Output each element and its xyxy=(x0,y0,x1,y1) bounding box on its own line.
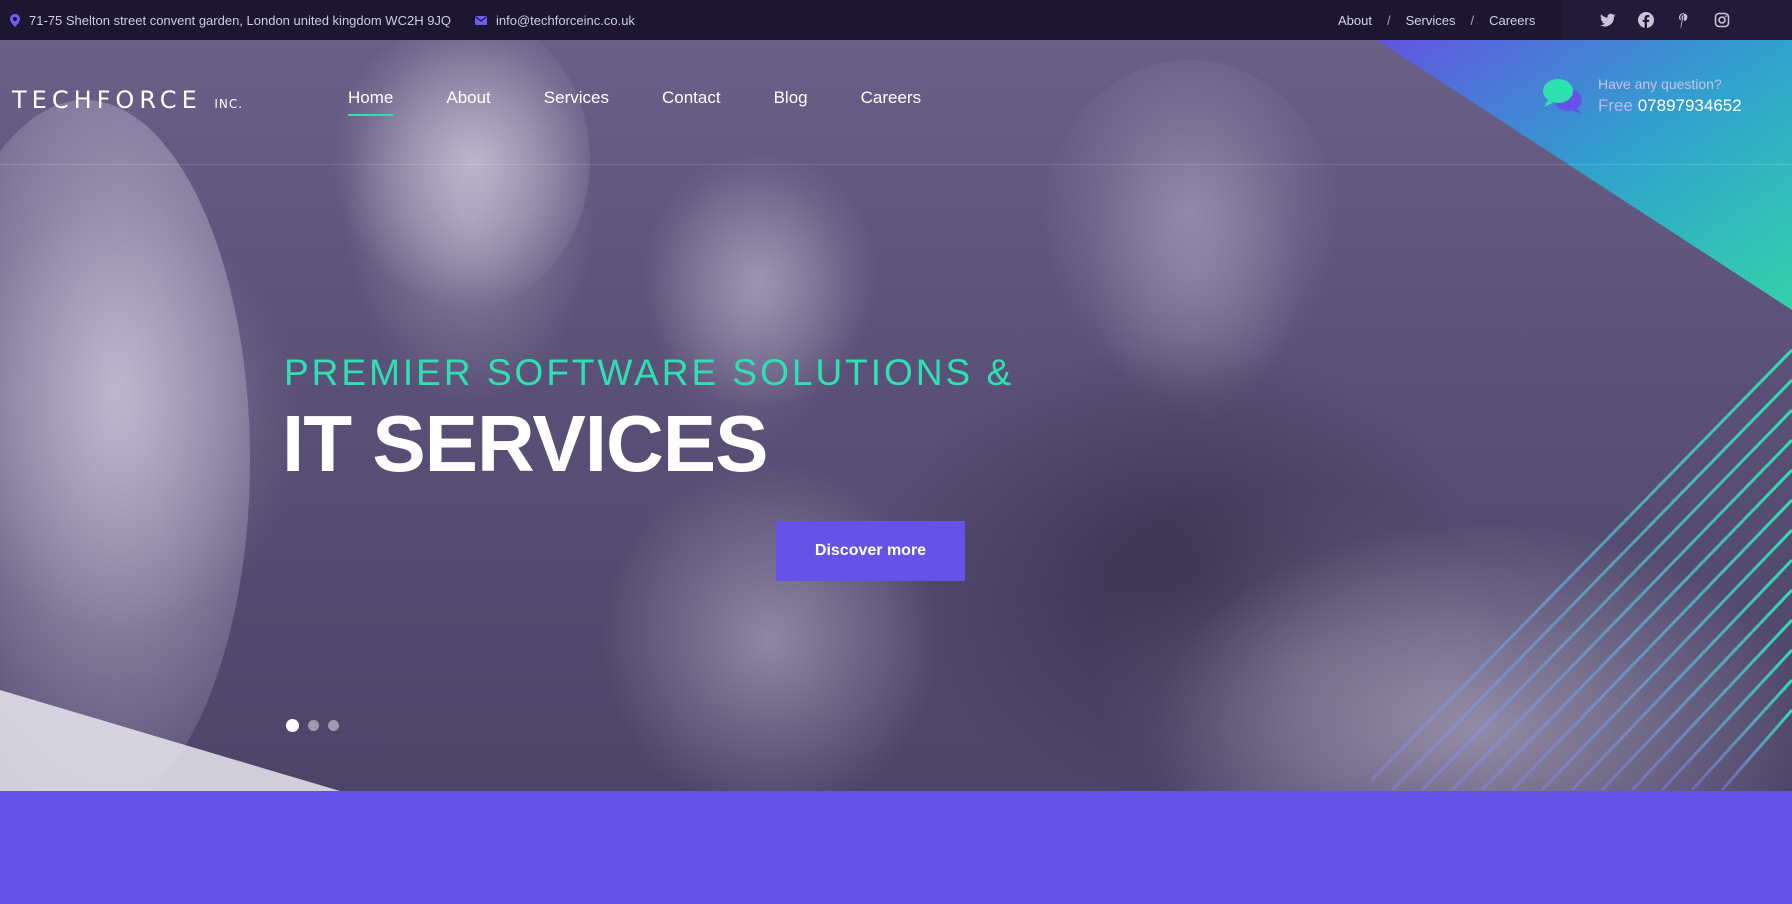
site-logo[interactable]: TECHFORCE INC. xyxy=(12,86,243,114)
top-bar: 71-75 Shelton street convent garden, Lon… xyxy=(0,0,1792,40)
background-photo xyxy=(330,40,590,310)
email-link[interactable]: info@techforceinc.co.uk xyxy=(496,13,635,28)
top-link-about[interactable]: About xyxy=(1338,13,1372,28)
hero-subtitle: PREMIER SOFTWARE SOLUTIONS & xyxy=(284,352,1015,393)
separator: / xyxy=(1470,12,1475,28)
social-links xyxy=(1562,0,1792,40)
slider-dots xyxy=(286,719,339,732)
address-text: 71-75 Shelton street convent garden, Lon… xyxy=(29,12,452,28)
top-link-services[interactable]: Services xyxy=(1406,13,1456,28)
facebook-icon[interactable] xyxy=(1638,12,1654,28)
phone-prefix: Free xyxy=(1598,96,1633,115)
logo-suffix: INC. xyxy=(214,97,244,111)
pinterest-icon[interactable] xyxy=(1676,12,1692,30)
nav-services[interactable]: Services xyxy=(544,88,609,116)
nav-contact[interactable]: Contact xyxy=(662,88,721,116)
address-info: 71-75 Shelton street convent garden, Lon… xyxy=(10,0,451,40)
email-info[interactable]: info@techforceinc.co.uk xyxy=(475,0,635,40)
separator: / xyxy=(1386,12,1391,28)
chat-bubbles-icon xyxy=(1542,76,1584,121)
top-links: About / Services / Careers xyxy=(1338,0,1535,40)
nav-careers[interactable]: Careers xyxy=(861,88,921,116)
slider-dot-3[interactable] xyxy=(328,720,339,731)
twitter-icon[interactable] xyxy=(1600,12,1616,28)
nav-blog[interactable]: Blog xyxy=(774,88,808,116)
location-pin-icon xyxy=(10,13,20,27)
header-contact: Have any question? Free 07897934652 xyxy=(1542,76,1742,121)
discover-more-button[interactable]: Discover more xyxy=(776,521,965,581)
decorative-wedge xyxy=(0,690,340,791)
nav-about[interactable]: About xyxy=(446,88,490,116)
contact-phone[interactable]: Free 07897934652 xyxy=(1598,96,1742,116)
envelope-icon xyxy=(475,15,487,25)
section-band xyxy=(0,791,1792,904)
decorative-corner xyxy=(1372,40,1792,791)
hero-title: IT SERVICES xyxy=(282,399,768,488)
slider-dot-2[interactable] xyxy=(308,720,319,731)
background-photo xyxy=(0,100,250,791)
hero-slider: TECHFORCE INC. Home About Services Conta… xyxy=(0,40,1792,791)
instagram-icon[interactable] xyxy=(1714,12,1730,28)
slider-dot-1[interactable] xyxy=(286,719,299,732)
logo-text: TECHFORCE xyxy=(12,86,202,114)
nav-home[interactable]: Home xyxy=(348,88,394,116)
contact-text: Have any question? Free 07897934652 xyxy=(1598,76,1742,116)
contact-question: Have any question? xyxy=(1598,76,1722,92)
background-photo xyxy=(600,460,940,791)
phone-number: 07897934652 xyxy=(1637,96,1742,115)
header-divider xyxy=(0,164,1792,165)
main-nav: Home About Services Contact Blog Careers xyxy=(348,88,921,116)
top-link-careers[interactable]: Careers xyxy=(1489,13,1535,28)
